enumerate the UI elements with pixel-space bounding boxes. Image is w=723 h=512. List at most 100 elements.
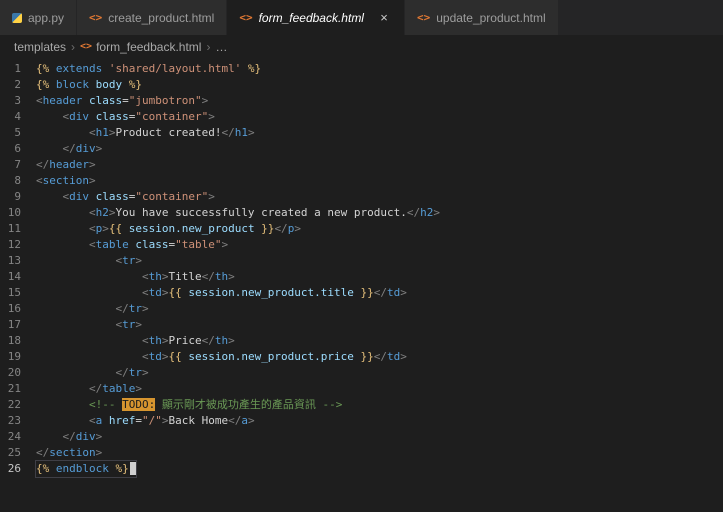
code-line[interactable]: 6 </div> <box>0 141 723 157</box>
code-line[interactable]: 14 <th>Title</th> <box>0 269 723 285</box>
line-number: 14 <box>7 270 21 283</box>
code-text: </table> <box>36 382 142 395</box>
code-text: <tr> <box>36 254 142 267</box>
code-text: <td>{{ session.new_product.price }}</td> <box>36 350 407 363</box>
breadcrumb-label: form_feedback.html <box>96 39 202 54</box>
code-line[interactable]: 21 </table> <box>0 381 723 397</box>
code-line[interactable]: 11 <p>{{ session.new_product }}</p> <box>0 221 723 237</box>
chevron-right-icon: › <box>206 39 211 54</box>
line-number: 22 <box>7 398 21 411</box>
html-file-icon: <> <box>239 11 253 24</box>
line-number: 26 <box>7 462 21 475</box>
code-text: <div class="container"> <box>36 110 215 123</box>
code-line[interactable]: 15 <td>{{ session.new_product.title }}</… <box>0 285 723 301</box>
code-text: <table class="table"> <box>36 238 229 251</box>
breadcrumb-item-…[interactable]: … <box>215 40 227 54</box>
code-text: <a href="/">Back Home</a> <box>36 414 255 427</box>
code-line[interactable]: 13 <tr> <box>0 253 723 269</box>
code-line[interactable]: 1 {% extends 'shared/layout.html' %} <box>0 61 723 77</box>
line-number: 12 <box>7 238 21 251</box>
code-line[interactable]: 5 <h1>Product created!</h1> <box>0 125 723 141</box>
code-text: </header> <box>36 158 96 171</box>
code-line[interactable]: 22 <!-- TODO: 顯示剛才被成功產生的產品資訊 --> <box>0 397 723 413</box>
tab-label: form_feedback.html <box>258 10 364 25</box>
line-number: 20 <box>7 366 21 379</box>
code-line[interactable]: 7 </header> <box>0 157 723 173</box>
code-text: </tr> <box>36 302 149 315</box>
code-text: </tr> <box>36 366 149 379</box>
tab-update_product.html[interactable]: <> update_product.html <box>404 0 559 35</box>
tab-bar: app.py <> create_product.html <> form_feedba… <box>0 0 723 35</box>
code-text: {% block body %} <box>36 78 142 91</box>
code-text: {% extends 'shared/layout.html' %} <box>36 62 262 75</box>
breadcrumb-item-form_feedback.html[interactable]: <> form_feedback.html <box>80 40 201 54</box>
code-text: <p>{{ session.new_product }}</p> <box>36 222 301 235</box>
line-number: 2 <box>14 78 21 91</box>
close-icon[interactable]: × <box>376 10 392 26</box>
html-file-icon: <> <box>89 11 103 24</box>
line-number: 10 <box>7 206 21 219</box>
tab-app.py[interactable]: app.py <box>0 0 78 35</box>
line-number: 16 <box>7 302 21 315</box>
code-text: </div> <box>36 142 103 155</box>
line-number: 5 <box>14 126 21 139</box>
code-text: <th>Price</th> <box>36 334 235 347</box>
code-text: <h1>Product created!</h1> <box>36 126 255 139</box>
line-number: 18 <box>7 334 21 347</box>
code-text: <h2>You have successfully created a new … <box>36 206 441 219</box>
line-number: 8 <box>14 174 21 187</box>
tab-label: update_product.html <box>436 10 546 25</box>
python-file-icon <box>12 12 22 23</box>
code-line[interactable]: 2 {% block body %} <box>0 77 723 93</box>
line-number: 23 <box>7 414 21 427</box>
code-text: <td>{{ session.new_product.title }}</td> <box>36 286 407 299</box>
line-number: 21 <box>7 382 21 395</box>
code-line[interactable]: 25 </section> <box>0 445 723 461</box>
tab-create_product.html[interactable]: <> create_product.html <box>77 0 228 35</box>
code-line[interactable]: 3 <header class="jumbotron"> <box>0 93 723 109</box>
line-number: 15 <box>7 286 21 299</box>
code-line[interactable]: 26 {% endblock %} <box>0 460 723 478</box>
chevron-right-icon: › <box>71 39 76 54</box>
code-text: <!-- TODO: 顯示剛才被成功產生的產品資訊 --> <box>36 398 343 411</box>
line-number: 1 <box>14 62 21 75</box>
breadcrumb-label: templates <box>14 39 67 54</box>
line-number: 13 <box>7 254 21 267</box>
line-number: 3 <box>14 94 21 107</box>
code-text: {% endblock %} <box>35 460 137 478</box>
line-number: 7 <box>14 158 21 171</box>
code-line[interactable]: 8 <section> <box>0 173 723 189</box>
code-text: <div class="container"> <box>36 190 215 203</box>
code-line[interactable]: 4 <div class="container"> <box>0 109 723 125</box>
code-line[interactable]: 16 </tr> <box>0 301 723 317</box>
html-file-icon: <> <box>416 11 431 24</box>
breadcrumb-item-templates[interactable]: templates <box>14 40 66 54</box>
breadcrumb: templates › <> form_feedback.html › … <box>0 35 723 58</box>
html-file-icon: <> <box>80 41 93 52</box>
line-number: 25 <box>7 446 21 459</box>
code-text: </div> <box>36 430 103 443</box>
line-number: 6 <box>14 142 21 155</box>
line-number: 17 <box>7 318 21 331</box>
code-line[interactable]: 23 <a href="/">Back Home</a> <box>0 413 723 429</box>
code-text: </section> <box>36 446 103 459</box>
code-line[interactable]: 24 </div> <box>0 429 723 445</box>
line-number: 19 <box>7 350 21 363</box>
code-line[interactable]: 10 <h2>You have successfully created a n… <box>0 205 723 221</box>
code-line[interactable]: 18 <th>Price</th> <box>0 333 723 349</box>
line-number: 9 <box>14 190 21 203</box>
code-line[interactable]: 9 <div class="container"> <box>0 189 723 205</box>
line-number: 4 <box>14 110 21 123</box>
code-line[interactable]: 19 <td>{{ session.new_product.price }}</… <box>0 349 723 365</box>
code-line[interactable]: 20 </tr> <box>0 365 723 381</box>
code-text: <tr> <box>36 318 142 331</box>
tab-form_feedback.html[interactable]: <> form_feedback.html × <box>227 0 405 35</box>
code-text: <th>Title</th> <box>36 270 235 283</box>
line-number: 24 <box>7 430 21 443</box>
text-cursor <box>129 462 136 475</box>
code-line[interactable]: 12 <table class="table"> <box>0 237 723 253</box>
breadcrumb-label: … <box>215 39 228 54</box>
line-number: 11 <box>7 222 21 235</box>
code-editor[interactable]: 1 {% extends 'shared/layout.html' %} 2 {% b… <box>0 58 723 478</box>
code-line[interactable]: 17 <tr> <box>0 317 723 333</box>
